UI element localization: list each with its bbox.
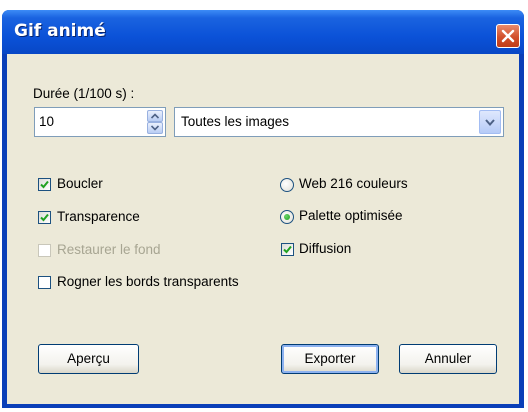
frames-select-value: Toutes les images	[181, 114, 290, 129]
cancel-button[interactable]: Annuler	[399, 344, 497, 374]
restore-background-checkbox	[38, 244, 51, 257]
restore-background-label: Restaurer le fond	[57, 242, 161, 257]
preview-button[interactable]: Aperçu	[38, 344, 139, 374]
chevron-down-icon	[485, 119, 495, 126]
checkmark-icon	[283, 245, 292, 254]
diffusion-checkbox[interactable]	[281, 243, 294, 256]
dropdown-button[interactable]	[479, 110, 501, 134]
spin-up-button[interactable]	[147, 110, 163, 122]
web216-radio[interactable]	[280, 178, 294, 192]
transparency-label[interactable]: Transparence	[57, 209, 140, 224]
crop-transparent-label[interactable]: Rogner les bords transparents	[57, 274, 239, 289]
dialog-window: Gif animé Durée (1/100 s) : 10 Toutes le…	[2, 10, 524, 408]
export-button[interactable]: Exporter	[281, 344, 379, 374]
crop-transparent-checkbox[interactable]	[38, 276, 51, 289]
spin-down-button[interactable]	[147, 122, 163, 134]
transparency-checkbox[interactable]	[38, 211, 51, 224]
title-bar[interactable]: Gif animé	[2, 10, 524, 54]
diffusion-label[interactable]: Diffusion	[299, 241, 351, 256]
web216-label[interactable]: Web 216 couleurs	[299, 176, 408, 191]
duration-label: Durée (1/100 s) :	[33, 86, 135, 101]
chevron-up-icon	[151, 113, 159, 119]
window-title: Gif animé	[14, 21, 106, 41]
duration-spinbox[interactable]: 10	[34, 107, 166, 137]
checkmark-icon	[40, 180, 49, 189]
optimized-palette-label[interactable]: Palette optimisée	[299, 208, 403, 223]
optimized-palette-radio[interactable]	[280, 210, 294, 224]
close-icon	[501, 29, 515, 43]
close-button[interactable]	[496, 24, 520, 48]
duration-input[interactable]: 10	[39, 114, 54, 129]
dialog-body: Durée (1/100 s) : 10 Toutes les images B…	[7, 54, 519, 404]
loop-label[interactable]: Boucler	[57, 176, 103, 191]
loop-checkbox[interactable]	[38, 178, 51, 191]
chevron-down-icon	[151, 125, 159, 131]
frames-select[interactable]: Toutes les images	[174, 107, 504, 137]
radio-selected-dot	[284, 214, 290, 220]
checkmark-icon	[40, 213, 49, 222]
